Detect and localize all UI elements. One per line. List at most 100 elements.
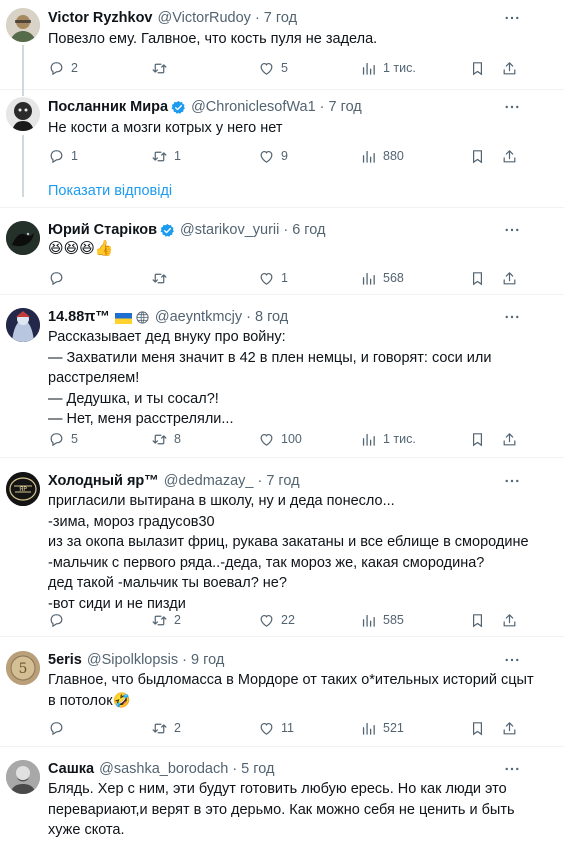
author-handle[interactable]: @starikov_yurii [180, 222, 279, 238]
bookmark-button[interactable] [469, 718, 486, 738]
author-name[interactable]: 5eris [48, 652, 82, 668]
timestamp[interactable]: 8 год [255, 309, 288, 325]
tweet-text: Блядь. Хер с ним, эти будут готовить люб… [48, 779, 548, 841]
tweet[interactable]: Victor Ryzhkov @VictorRudoy · 7 год Пове… [0, 0, 564, 90]
share-button[interactable] [501, 718, 518, 738]
author-handle[interactable]: @ChroniclesofWa1 [191, 99, 316, 115]
like-button[interactable]: 5 [258, 58, 288, 78]
reply-button[interactable]: 1 [48, 146, 78, 166]
author-name[interactable]: Посланник Мира [48, 99, 168, 115]
views-count: 585 [383, 613, 404, 627]
retweet-button[interactable]: 2 [151, 718, 181, 738]
avatar[interactable] [6, 308, 40, 342]
like-icon [258, 148, 275, 165]
action-bar: 2 22 585 [48, 610, 520, 630]
views-button[interactable]: 585 [360, 610, 404, 630]
more-icon[interactable] [500, 8, 524, 28]
tweet[interactable]: Посланник Мира @ChroniclesofWa1 · 7 год … [0, 90, 564, 208]
avatar[interactable]: 5 [6, 651, 40, 685]
retweet-button[interactable] [151, 58, 174, 78]
more-icon[interactable] [500, 307, 524, 327]
timestamp[interactable]: 7 год [264, 10, 297, 26]
reply-button[interactable] [48, 718, 71, 738]
more-icon[interactable] [500, 650, 524, 670]
views-count: 1 тис. [383, 432, 416, 446]
avatar[interactable]: ЯР [6, 472, 40, 506]
reply-button[interactable] [48, 610, 71, 630]
bookmark-button[interactable] [469, 268, 486, 288]
tweet-text-line: -мальчик с первого ряда..-деда, так моро… [48, 554, 485, 571]
retweet-button[interactable]: 8 [151, 429, 181, 449]
author-handle[interactable]: @aeyntkmcjy [155, 309, 242, 325]
more-icon[interactable] [500, 759, 524, 779]
tweet-header: 14.88π™ @aeyntkmcjy · 8 год [48, 307, 288, 327]
share-icon [501, 612, 518, 629]
avatar[interactable] [6, 760, 40, 794]
tweet[interactable]: Юрий Старіков @starikov_yurii · 6 год 😆😆… [0, 209, 564, 295]
reply-button[interactable]: 5 [48, 429, 78, 449]
share-button[interactable] [501, 58, 518, 78]
views-button[interactable]: 1 тис. [360, 58, 416, 78]
like-icon [258, 612, 275, 629]
share-button[interactable] [501, 268, 518, 288]
avatar[interactable] [6, 8, 40, 42]
more-icon[interactable] [500, 97, 524, 117]
like-button[interactable]: 1 [258, 268, 288, 288]
tweet[interactable]: 14.88π™ @aeyntkmcjy · 8 год Рассказывает… [0, 296, 564, 458]
tweet-header: 5eris @Sipolklopsis · 9 год [48, 650, 224, 670]
reply-button[interactable]: 2 [48, 58, 78, 78]
author-name[interactable]: Юрий Старіков [48, 222, 157, 238]
views-button[interactable]: 1 тис. [360, 429, 416, 449]
bookmark-button[interactable] [469, 610, 486, 630]
author-handle[interactable]: @VictorRudoy [158, 10, 251, 26]
author-handle[interactable]: @Sipolklopsis [87, 652, 178, 668]
author-name[interactable]: Холодный яр™ [48, 473, 159, 489]
share-button[interactable] [501, 146, 518, 166]
author-name[interactable]: 14.88π™ [48, 309, 110, 325]
more-icon[interactable] [500, 220, 524, 240]
svg-text:ЯР: ЯР [19, 486, 27, 493]
tweet[interactable]: Сашка @sashka_borodach · 5 год Блядь. Хе… [0, 748, 564, 841]
views-button[interactable]: 521 [360, 718, 404, 738]
author-name[interactable]: Сашка [48, 761, 94, 777]
bookmark-button[interactable] [469, 429, 486, 449]
bookmark-button[interactable] [469, 58, 486, 78]
separator: · [246, 309, 251, 325]
author-handle[interactable]: @dedmazay_ [164, 473, 254, 489]
retweet-button[interactable] [151, 268, 174, 288]
retweet-button[interactable]: 1 [151, 146, 181, 166]
reply-icon [48, 431, 65, 448]
timestamp[interactable]: 9 год [191, 652, 224, 668]
avatar[interactable] [6, 97, 40, 131]
like-button[interactable]: 22 [258, 610, 295, 630]
timestamp[interactable]: 7 год [329, 99, 362, 115]
tweet-text: 😆😆😆👍 [48, 239, 548, 260]
like-button[interactable]: 9 [258, 146, 288, 166]
reply-button[interactable] [48, 268, 71, 288]
tweet-text: пригласили вытирана в школу, ну и деда п… [48, 491, 548, 614]
timestamp[interactable]: 5 год [241, 761, 274, 777]
tweet-text-line: в потолок🤣 [48, 692, 131, 709]
tweet-text-line: Рассказывает дед внуку про войну: [48, 329, 286, 345]
timestamp[interactable]: 7 год [266, 473, 299, 489]
views-button[interactable]: 568 [360, 268, 404, 288]
timestamp[interactable]: 6 год [292, 222, 325, 238]
views-icon [360, 720, 377, 737]
bookmark-icon [469, 148, 486, 165]
like-button[interactable]: 11 [258, 718, 294, 738]
like-button[interactable]: 100 [258, 429, 302, 449]
author-name[interactable]: Victor Ryzhkov [48, 10, 153, 26]
tweet[interactable]: ЯР Холодный яр™ @dedmazay_ · 7 год пригл… [0, 459, 564, 637]
avatar[interactable] [6, 221, 40, 255]
tweet-text-line: дед такой -мальчик ты воевал? не? [48, 575, 287, 591]
share-button[interactable] [501, 610, 518, 630]
author-handle[interactable]: @sashka_borodach [99, 761, 228, 777]
tweet[interactable]: 5 5eris @Sipolklopsis · 9 год Главное, ч… [0, 638, 564, 747]
show-replies-link[interactable]: Показати відповіді [48, 183, 172, 199]
more-icon[interactable] [500, 471, 524, 491]
reply-icon [48, 270, 65, 287]
bookmark-button[interactable] [469, 146, 486, 166]
share-button[interactable] [501, 429, 518, 449]
retweet-button[interactable]: 2 [151, 610, 181, 630]
views-button[interactable]: 880 [360, 146, 404, 166]
